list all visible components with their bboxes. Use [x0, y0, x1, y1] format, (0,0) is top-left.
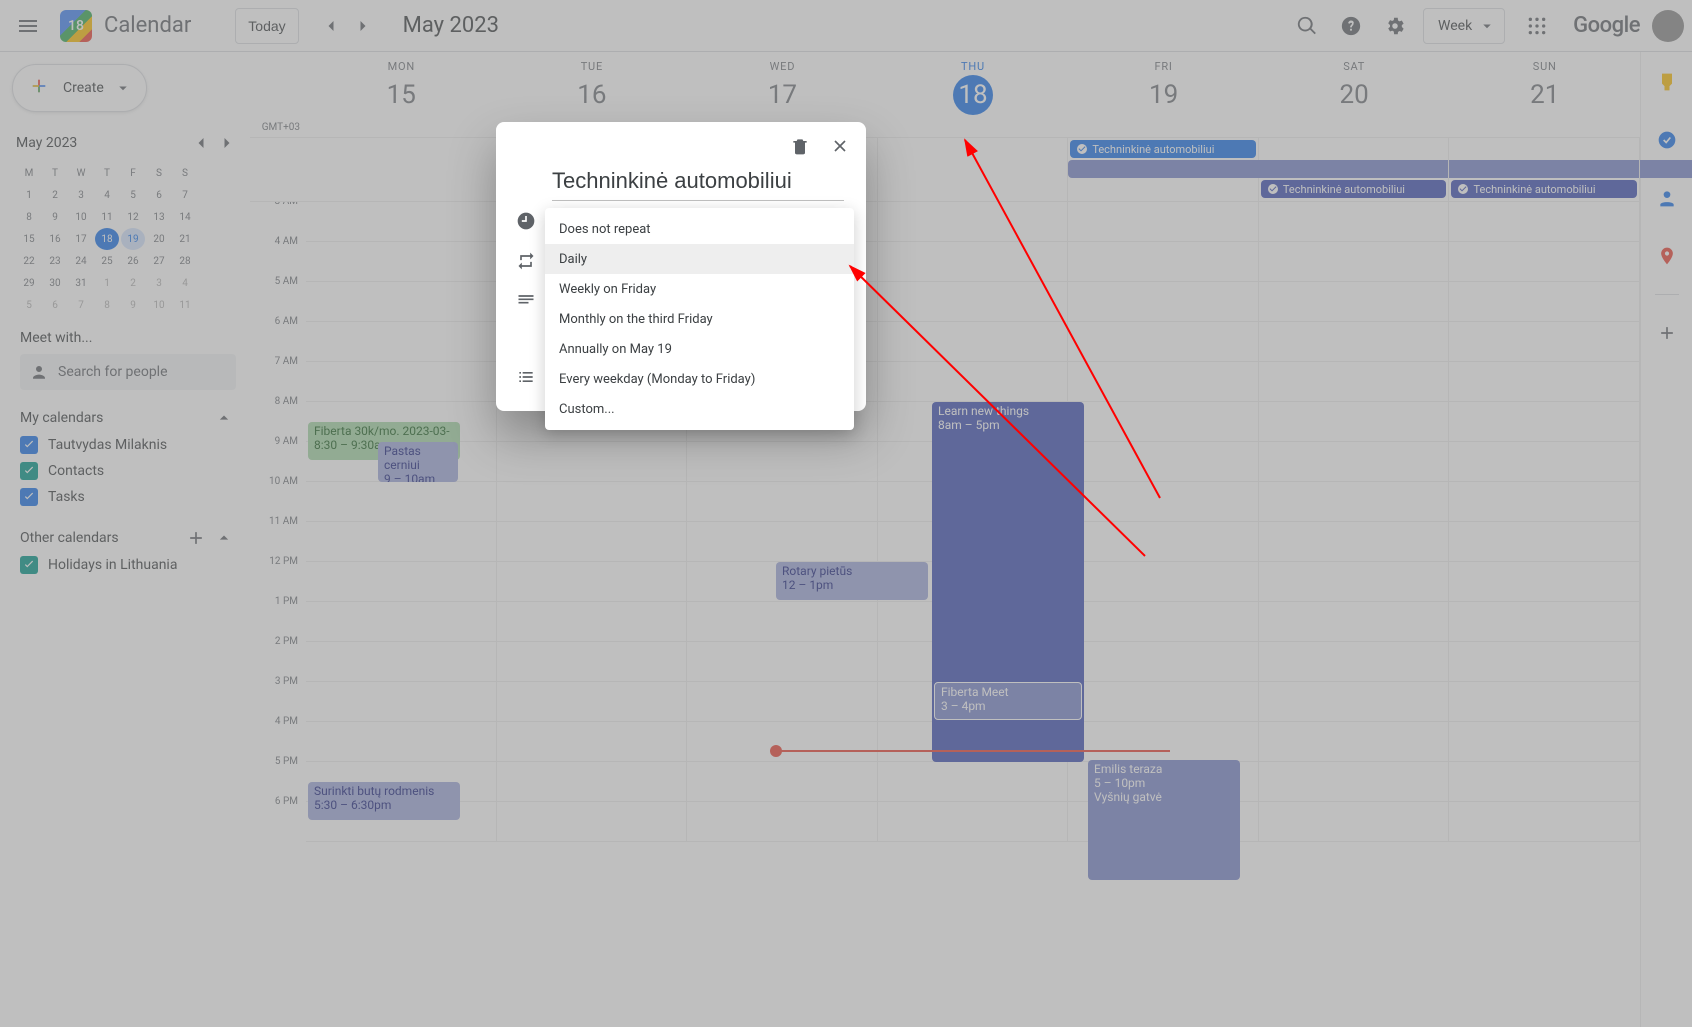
recurrence-option[interactable]: Monthly on the third Friday: [545, 304, 854, 334]
list-icon: [516, 367, 536, 387]
recurrence-option[interactable]: Custom...: [545, 394, 854, 424]
repeat-icon: [516, 251, 536, 271]
recurrence-option[interactable]: Every weekday (Monday to Friday): [545, 364, 854, 394]
clock-icon: [516, 211, 536, 231]
task-title-input[interactable]: [552, 164, 844, 201]
recurrence-option[interactable]: Daily: [545, 244, 854, 274]
recurrence-dropdown: Does not repeatDailyWeekly on FridayMont…: [545, 208, 854, 430]
recurrence-option[interactable]: Does not repeat: [545, 214, 854, 244]
description-icon: [516, 291, 536, 311]
recurrence-option[interactable]: Weekly on Friday: [545, 274, 854, 304]
delete-button[interactable]: [782, 128, 818, 164]
recurrence-option[interactable]: Annually on May 19: [545, 334, 854, 364]
close-button[interactable]: [822, 128, 858, 164]
